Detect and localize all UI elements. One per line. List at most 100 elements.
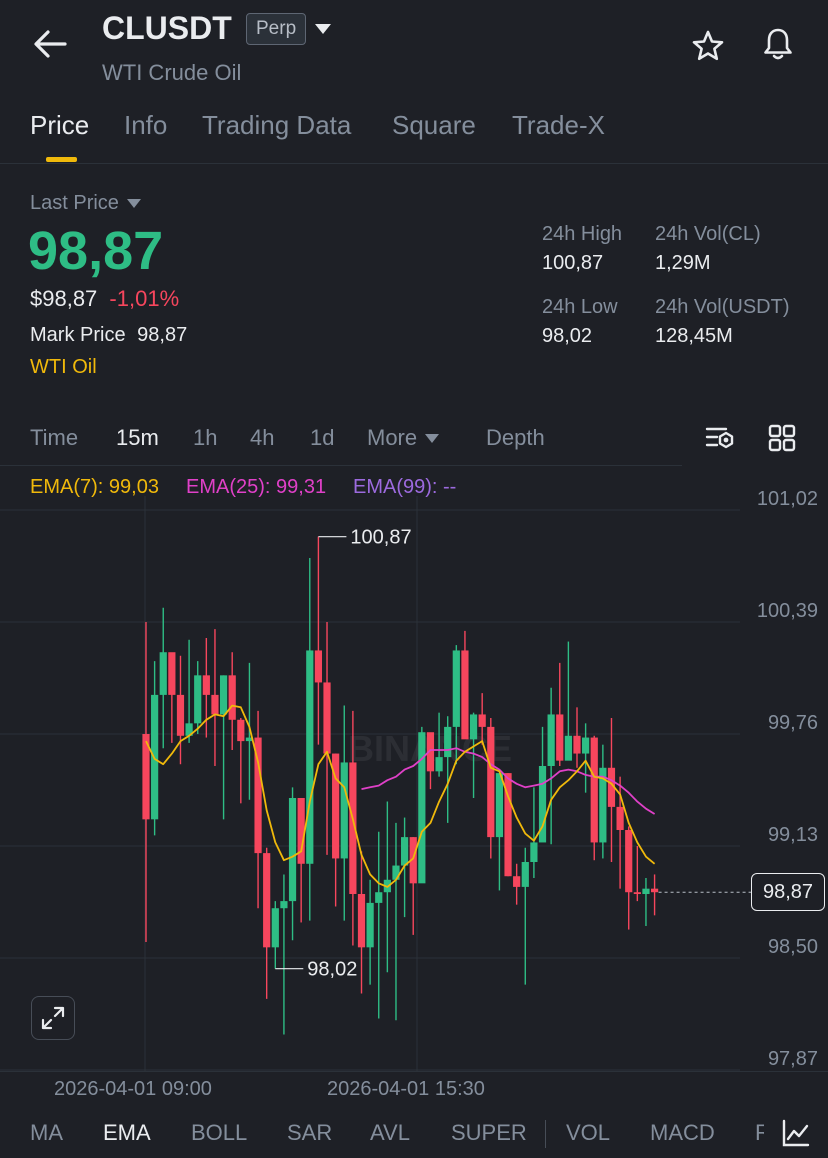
candle-body	[616, 806, 624, 830]
y-axis-label: 97,87	[767, 1048, 818, 1070]
last-price-label: Last Price	[30, 192, 119, 214]
vol-cl-label: 24h Vol(CL)	[655, 223, 761, 245]
timeframe-divider	[0, 465, 682, 466]
candle-body	[211, 694, 219, 715]
markers-layer: 100,87 98,02	[275, 527, 752, 981]
chart-grid	[0, 496, 740, 1072]
candle-body	[435, 757, 443, 772]
candle-body	[366, 902, 374, 948]
tab-trading-data[interactable]: Trading Data	[202, 110, 351, 141]
layout-grid-button[interactable]	[764, 420, 800, 456]
alert-button[interactable]	[756, 22, 800, 66]
candle-body	[625, 830, 633, 893]
indicator-ma[interactable]: MA	[30, 1120, 63, 1146]
tab-info[interactable]: Info	[124, 110, 167, 141]
timeframe-4h[interactable]: 4h	[250, 425, 274, 451]
tab-price[interactable]: Price	[30, 110, 89, 141]
candle-body	[263, 853, 271, 948]
indicator-settings-button[interactable]	[764, 1108, 828, 1158]
candle-body	[176, 694, 185, 736]
x-axis-label: 2026-04-01 09:00	[54, 1078, 212, 1100]
symbol-title[interactable]: CLUSDT	[102, 10, 232, 47]
usd-price: $98,87 -1,01%	[30, 286, 179, 312]
timeframe-1d[interactable]: 1d	[310, 425, 334, 451]
indicator-separator	[545, 1120, 546, 1148]
back-button[interactable]	[26, 22, 74, 66]
candle-body	[323, 682, 331, 754]
contract-badge: Perp	[246, 13, 307, 45]
indicator-macd[interactable]: MACD	[650, 1120, 715, 1146]
symbol-dropdown-button[interactable]	[310, 16, 336, 42]
candle-body	[401, 837, 409, 866]
caret-down-icon	[425, 433, 440, 443]
indicator-vol[interactable]: VOL	[566, 1120, 610, 1146]
timeframe-1h[interactable]: 1h	[193, 425, 217, 451]
candle-body	[271, 908, 279, 948]
indicator-boll[interactable]: BOLL	[191, 1120, 247, 1146]
candle-body	[642, 888, 650, 894]
indicator-avl[interactable]: AVL	[370, 1120, 410, 1146]
indicator-sar[interactable]: SAR	[287, 1120, 332, 1146]
candle-body	[375, 892, 383, 903]
y-axis-label: 98,50	[767, 936, 818, 958]
candlestick-chart[interactable]: BINANCE 100,8798,02	[0, 496, 828, 1076]
x-axis-label: 2026-04-01 15:30	[327, 1078, 485, 1100]
depth-tab[interactable]: Depth	[486, 425, 545, 451]
category-tag[interactable]: WTI Oil	[30, 356, 97, 379]
last-price-value: 98,87	[28, 221, 164, 281]
candle-body	[573, 735, 581, 754]
mark-price: Mark Price 98,87	[30, 324, 187, 347]
vol-usdt-value: 128,45M	[655, 325, 733, 347]
tab-active-indicator	[46, 157, 77, 162]
candle-body	[444, 726, 452, 758]
y-axis-label: 99,13	[767, 824, 818, 846]
star-icon	[692, 30, 724, 61]
indicator-ema[interactable]: EMA	[103, 1120, 151, 1146]
candle-body	[530, 842, 538, 862]
candle-body	[478, 714, 486, 727]
candle-body	[237, 719, 245, 742]
candle-body	[280, 901, 288, 909]
timeframe-15m[interactable]: 15m	[116, 425, 159, 451]
low-label: 24h Low	[542, 296, 618, 318]
candle-body	[306, 650, 314, 864]
candle-body	[392, 865, 400, 880]
candle-body	[340, 762, 348, 859]
candle-body	[487, 726, 495, 838]
caret-down-icon	[315, 24, 331, 34]
caret-down-icon	[126, 199, 141, 208]
candle-body	[314, 650, 322, 683]
fullscreen-button[interactable]	[31, 996, 75, 1040]
favorite-button[interactable]	[686, 24, 730, 68]
expand-icon	[41, 1006, 65, 1030]
candle-body	[228, 675, 236, 720]
candle-body	[547, 714, 555, 766]
bell-icon	[764, 28, 792, 60]
tab-trade-x[interactable]: Trade-X	[512, 110, 605, 141]
vol-cl-value: 1,29M	[655, 252, 711, 274]
high-value: 100,87	[542, 252, 604, 274]
candle-body	[418, 732, 426, 884]
chart-settings-button[interactable]	[702, 420, 738, 456]
candle-body	[564, 735, 572, 761]
candle-body	[357, 894, 366, 948]
price-change-pct: -1,01%	[109, 286, 180, 311]
candle-body	[194, 675, 202, 724]
candle-body	[168, 652, 176, 695]
current-price-tag[interactable]: 98,87	[751, 873, 825, 911]
tab-square[interactable]: Square	[392, 110, 476, 141]
last-price-selector[interactable]: Last Price	[30, 192, 141, 215]
timeframe-more[interactable]: More	[367, 425, 440, 451]
candle-body	[452, 650, 460, 727]
indicator-rsi[interactable]: RSI	[755, 1120, 764, 1146]
candle-body	[219, 675, 228, 715]
high-marker-label: 100,87	[350, 527, 411, 549]
low-value: 98,02	[542, 325, 593, 347]
candle-body	[556, 714, 564, 761]
timeframe-time[interactable]: Time	[30, 425, 78, 451]
candle-body	[288, 798, 297, 902]
vol-usdt-label: 24h Vol(USDT)	[655, 296, 790, 318]
indicator-super[interactable]: SUPER	[451, 1120, 527, 1146]
mark-price-label: Mark Price	[30, 324, 126, 346]
line-chart-icon	[782, 1119, 810, 1147]
